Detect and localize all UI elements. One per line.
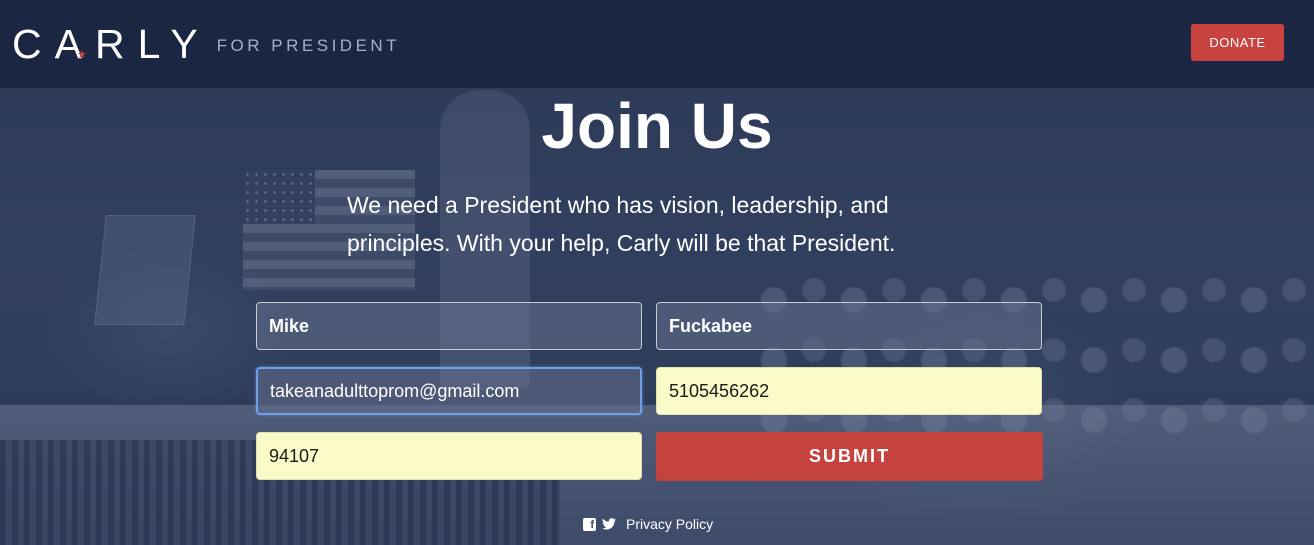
email-input[interactable]: takeanadulttoprom@gmail.com	[256, 367, 642, 415]
last-name-input[interactable]: Fuckabee	[656, 302, 1042, 350]
phone-input[interactable]: 5105456262	[656, 367, 1042, 415]
subtitle-line-1: We need a President who has vision, lead…	[347, 192, 889, 218]
donate-button[interactable]: DONATE	[1191, 24, 1284, 61]
site-logo[interactable]: CARLY ★ FOR PRESIDENT	[12, 22, 400, 66]
first-name-input[interactable]: Mike	[256, 302, 642, 350]
subtitle-line-2: principles. With your help, Carly will b…	[347, 230, 896, 256]
star-icon: ★	[77, 49, 87, 61]
facebook-icon[interactable]: f	[583, 517, 596, 531]
page-subtitle: We need a President who has vision, lead…	[347, 186, 967, 262]
footer: f Privacy Policy	[583, 514, 713, 534]
logo-name: CARLY	[12, 21, 211, 67]
privacy-policy-link[interactable]: Privacy Policy	[626, 516, 713, 532]
site-header: CARLY ★ FOR PRESIDENT DONATE	[0, 0, 1314, 88]
submit-button[interactable]: SUBMIT	[656, 432, 1043, 481]
logo-tagline: FOR PRESIDENT	[216, 36, 401, 55]
zip-input[interactable]: 94107	[256, 432, 642, 480]
page: CARLY ★ FOR PRESIDENT DONATE Join Us We …	[0, 0, 1314, 545]
page-title: Join Us	[541, 90, 773, 162]
twitter-icon[interactable]	[602, 518, 616, 530]
